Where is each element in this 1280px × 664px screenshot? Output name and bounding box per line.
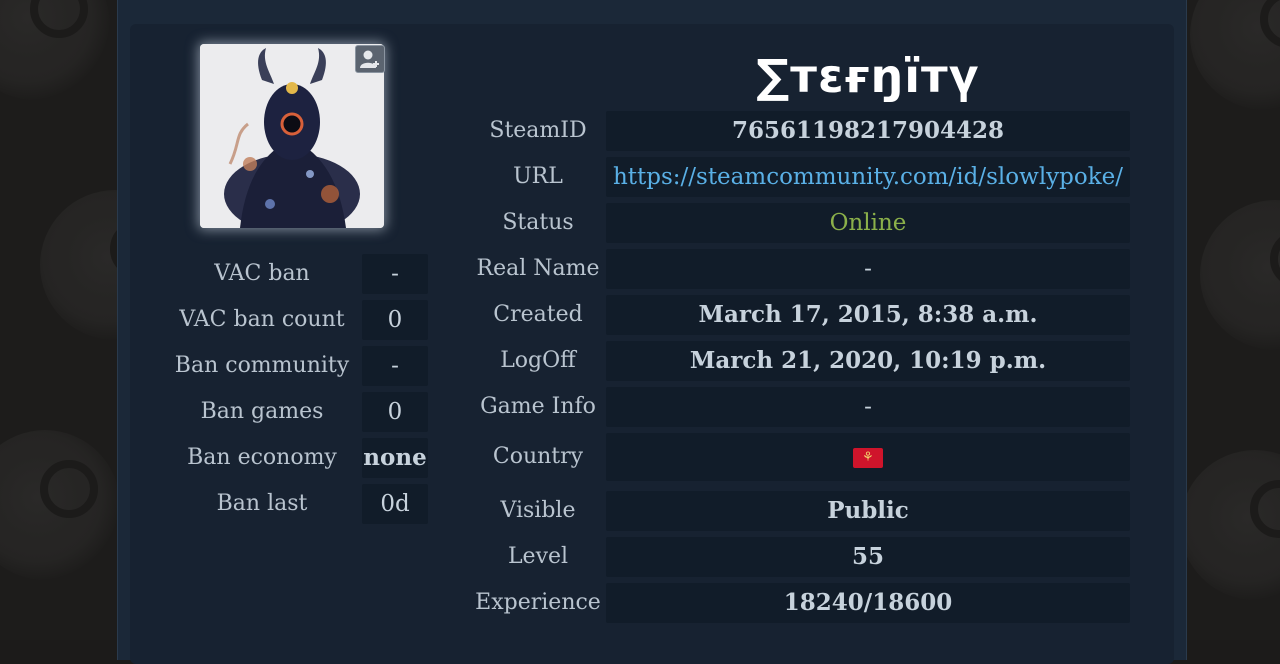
ban-value: -: [362, 346, 428, 386]
ban-label: VAC ban: [214, 261, 310, 286]
logoff-value: March 21, 2020, 10:19 p.m.: [606, 341, 1130, 381]
experience-value: 18240/18600: [606, 583, 1130, 623]
country-value: [606, 433, 1130, 481]
info-label: SteamID: [489, 118, 587, 143]
ban-row-games: Ban games 0: [160, 392, 430, 432]
info-row-level: Level 55: [474, 537, 1132, 577]
ban-value: none: [362, 438, 428, 478]
info-row-steamid: SteamID 76561198217904428: [474, 111, 1132, 151]
info-label: LogOff: [500, 348, 576, 373]
info-row-created: Created March 17, 2015, 8:38 a.m.: [474, 295, 1132, 335]
info-label: Created: [493, 302, 583, 327]
info-row-logoff: LogOff March 21, 2020, 10:19 p.m.: [474, 341, 1132, 381]
ban-row-last: Ban last 0d: [160, 484, 430, 524]
ban-value: 0d: [362, 484, 428, 524]
ban-row-vac: VAC ban -: [160, 254, 430, 294]
info-row-realname: Real Name -: [474, 249, 1132, 289]
ban-value: 0: [362, 392, 428, 432]
info-label: Game Info: [480, 394, 596, 419]
ban-label: Ban games: [200, 399, 324, 424]
ban-row-community: Ban community -: [160, 346, 430, 386]
visible-value: Public: [606, 491, 1130, 531]
info-label: Experience: [475, 590, 601, 615]
ban-row-economy: Ban economy none: [160, 438, 430, 478]
level-value: 55: [606, 537, 1130, 577]
info-row-experience: Experience 18240/18600: [474, 583, 1132, 623]
steamid-value: 76561198217904428: [606, 111, 1130, 151]
info-row-visible: Visible Public: [474, 491, 1132, 531]
info-label: Level: [507, 544, 569, 569]
ban-row-vac-count: VAC ban count 0: [160, 300, 430, 340]
info-row-status: Status Online: [474, 203, 1132, 243]
realname-value: -: [606, 249, 1130, 289]
add-user-icon: [360, 50, 379, 68]
info-row-url: URL https://steamcommunity.com/id/slowly…: [474, 157, 1132, 197]
gameinfo-value: -: [606, 387, 1130, 427]
ban-value: -: [362, 254, 428, 294]
ban-label: Ban last: [216, 491, 308, 516]
info-row-gameinfo: Game Info -: [474, 387, 1132, 427]
status-value: Online: [606, 203, 1130, 243]
profile-url-link[interactable]: https://steamcommunity.com/id/slowlypoke…: [606, 157, 1130, 197]
info-label: Real Name: [476, 256, 600, 281]
isle-of-man-flag-icon: [853, 448, 883, 468]
info-row-country: Country: [474, 433, 1132, 481]
add-friend-button[interactable]: [355, 45, 385, 73]
ban-label: Ban community: [174, 353, 350, 378]
info-label: URL: [513, 164, 563, 189]
ban-value: 0: [362, 300, 428, 340]
profile-name: ∑тɛғŋїтү: [756, 49, 980, 103]
info-label: Country: [492, 444, 584, 469]
ban-label: Ban economy: [187, 445, 337, 470]
info-label: Status: [502, 210, 574, 235]
created-value: March 17, 2015, 8:38 a.m.: [606, 295, 1130, 335]
ban-label: VAC ban count: [179, 307, 345, 332]
info-label: Visible: [500, 498, 576, 523]
